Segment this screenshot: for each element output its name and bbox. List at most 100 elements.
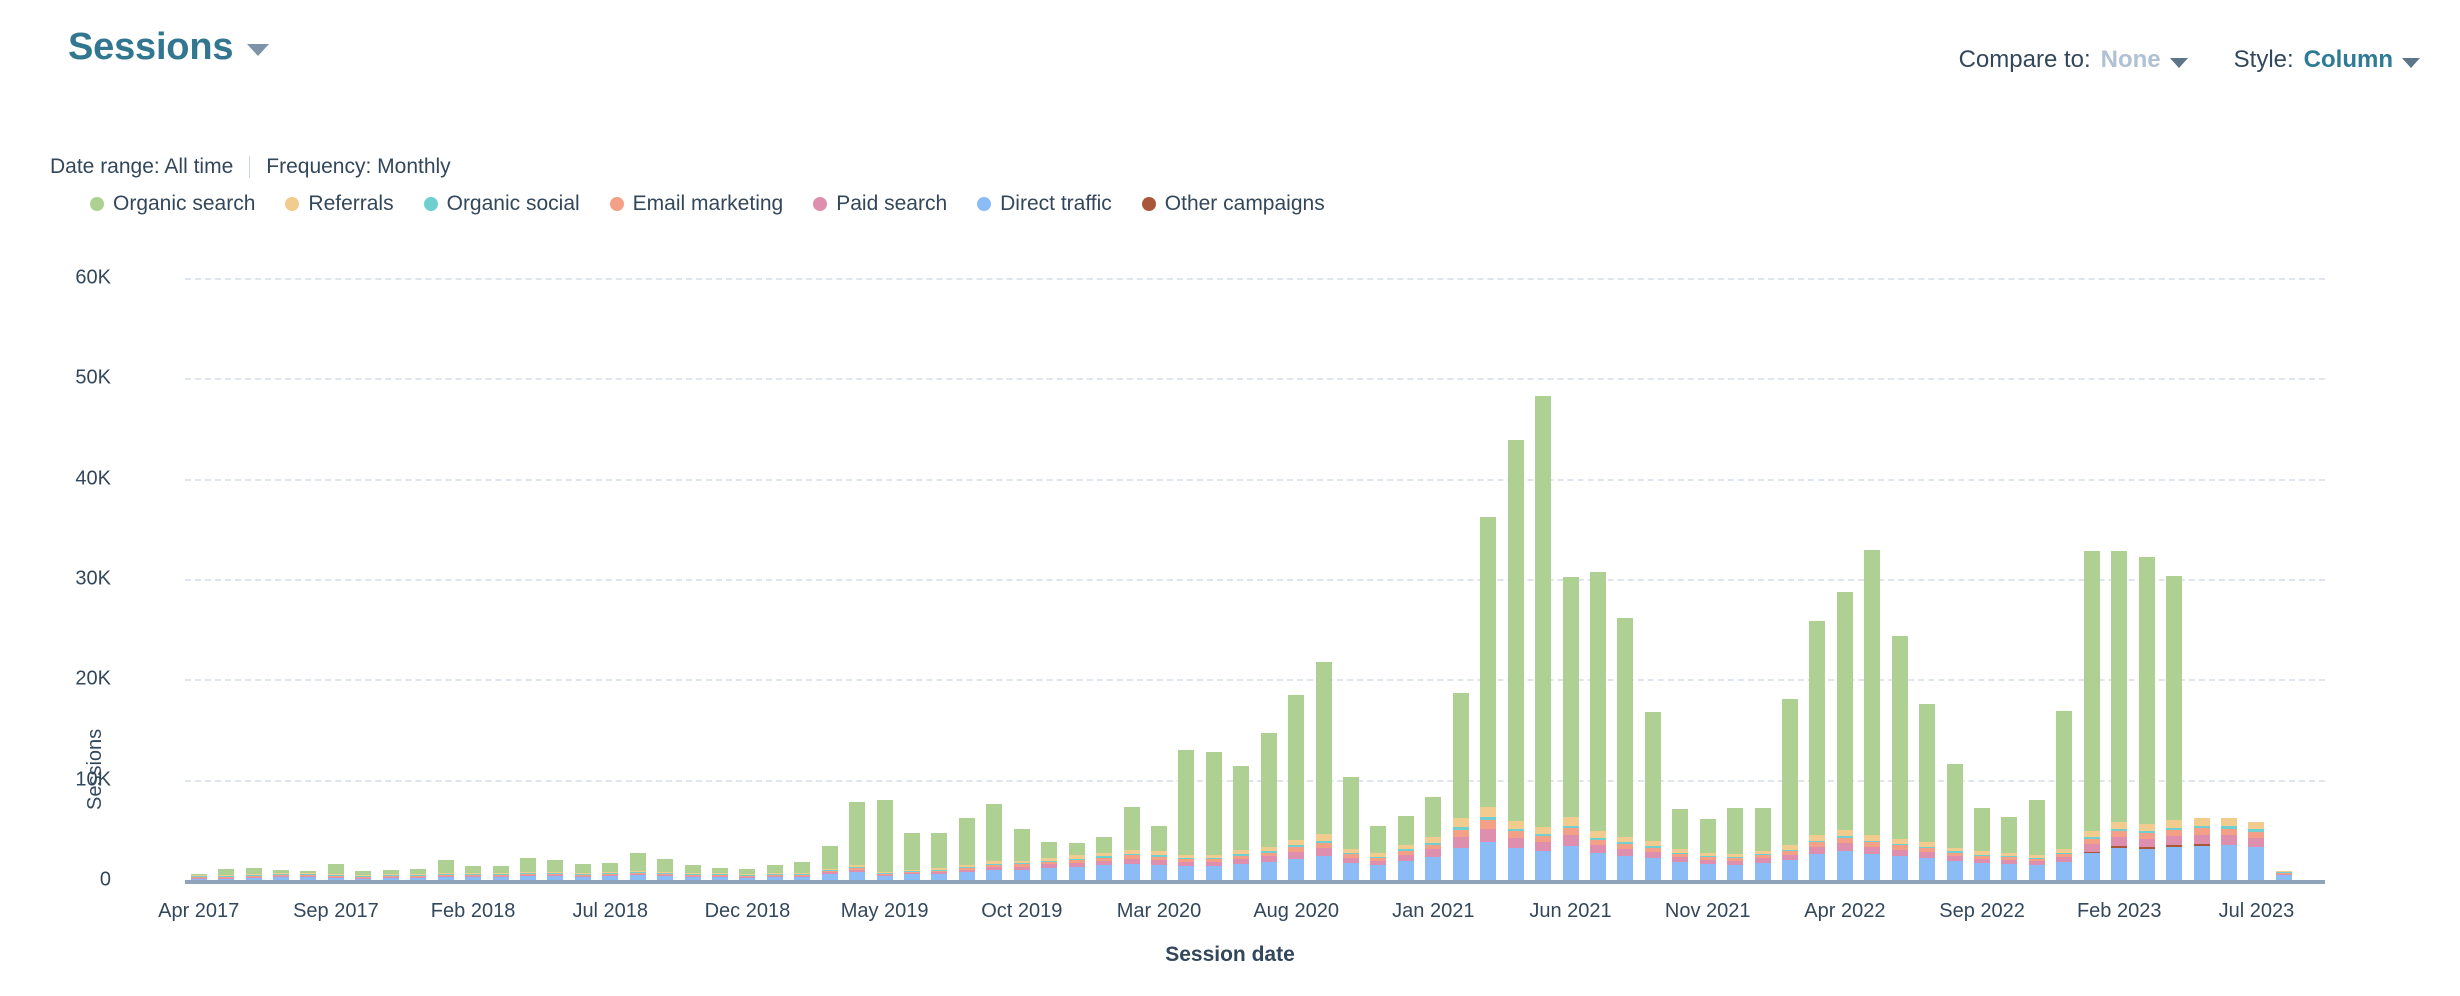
chart-bar[interactable] [273,869,290,880]
chart-bar[interactable] [2028,800,2045,880]
chart-bar[interactable] [547,860,564,880]
chart-bar[interactable] [821,846,838,880]
chart-bar[interactable] [1150,825,1167,880]
bar-segment [1699,819,1716,853]
chart-bar[interactable] [1617,618,1634,880]
legend-item[interactable]: Email marketing [609,192,783,216]
chart-bar[interactable] [1836,591,1853,880]
chart-bar[interactable] [1260,733,1277,880]
chart-bar[interactable] [1123,806,1140,880]
chart-bar[interactable] [1288,694,1305,880]
chart-bar[interactable] [218,869,235,880]
bar-segment [657,858,674,872]
legend-item[interactable]: Organic search [90,192,255,216]
legend-label: Direct traffic [1000,192,1112,215]
chart-bar[interactable] [2166,575,2183,880]
chevron-down-icon [2402,57,2420,68]
legend-item[interactable]: Paid search [813,192,947,216]
chart-bar[interactable] [931,832,948,880]
style-dropdown[interactable]: Column [2304,46,2420,74]
chart-bar[interactable] [1041,842,1058,880]
chart-bar[interactable] [602,863,619,880]
compare-to-dropdown[interactable]: None [2101,46,2188,74]
x-axis-tick-label: Jan 2021 [1392,900,1475,922]
bar-segment [2166,575,2183,821]
chart-bar[interactable] [1507,439,1524,880]
chart-bar[interactable] [1727,807,1744,880]
chart-bar[interactable] [904,833,921,880]
bar-segment [1974,862,1991,880]
chart-bar[interactable] [766,865,783,880]
chart-bar[interactable] [1672,809,1689,880]
bar-segment [1123,806,1140,850]
chart-bar[interactable] [1644,711,1661,880]
x-axis-tick-label: Apr 2017 [158,900,240,922]
chart-bar[interactable] [1754,808,1771,880]
metric-selector[interactable]: Sessions [68,28,270,66]
chart-bar[interactable] [519,857,536,880]
chart-bar[interactable] [382,869,399,880]
chart-bar[interactable] [410,868,427,880]
chart-bar[interactable] [2248,822,2265,880]
legend-item[interactable]: Referrals [285,192,394,216]
chart-bar[interactable] [2056,710,2073,880]
chart-bar[interactable] [1535,395,1552,880]
chart-bar[interactable] [712,868,728,880]
chart-bar[interactable] [2275,870,2292,880]
chart-bar[interactable] [1397,815,1414,880]
chart-bar[interactable] [1425,797,1442,880]
chart-bar[interactable] [245,868,262,880]
chart-bar[interactable] [1068,843,1085,880]
chart-bar[interactable] [2193,818,2210,880]
x-axis-tick-label: Oct 2019 [981,900,1063,922]
chart-bar[interactable] [986,804,1003,880]
chart-bar[interactable] [355,870,372,880]
chart-bar[interactable] [1343,777,1360,880]
bar-segment [2111,822,2128,830]
chart-bar[interactable] [1782,698,1798,880]
chart-bar[interactable] [2220,818,2237,880]
chart-bar[interactable] [849,802,866,880]
chart-bar[interactable] [2138,557,2155,880]
chart-bar[interactable] [465,865,482,880]
chart-bar[interactable] [1699,819,1716,880]
bar-segment [1041,842,1058,858]
chart-bar[interactable] [2083,551,2100,880]
legend-item[interactable]: Direct traffic [977,192,1112,216]
chart-bar[interactable] [684,865,701,880]
chart-bar[interactable] [300,870,317,880]
chart-bar[interactable] [1315,661,1332,880]
chart-bar[interactable] [1946,764,1963,880]
chart-bar[interactable] [1233,765,1250,880]
chart-bar[interactable] [1891,636,1908,880]
legend-item[interactable]: Other campaigns [1141,192,1325,216]
bar-segment [1836,591,1853,831]
chart-bar[interactable] [1974,807,1991,880]
chart-bar[interactable] [1452,692,1469,880]
chart-bar[interactable] [1562,576,1579,880]
chart-bar[interactable] [492,865,509,880]
chart-bar[interactable] [1589,571,1606,880]
chart-bar[interactable] [1013,829,1030,880]
chart-bar[interactable] [876,800,893,880]
chart-bar[interactable] [1370,826,1387,880]
chart-bar[interactable] [958,817,975,880]
chart-bar[interactable] [327,863,344,880]
chart-bar[interactable] [1809,620,1826,880]
bar-segment [1617,855,1634,880]
chart-bar[interactable] [794,862,811,880]
legend-item[interactable]: Organic social [423,192,580,216]
chart-bar[interactable] [2001,816,2018,880]
chart-bar[interactable] [1178,749,1195,880]
chart-bar[interactable] [1096,836,1113,880]
chart-bar[interactable] [629,852,646,880]
chart-bar[interactable] [657,858,674,880]
chart-bar[interactable] [437,860,454,880]
chart-bar[interactable] [1480,516,1497,880]
chart-bar[interactable] [1919,703,1936,880]
chart-bar[interactable] [1205,752,1222,880]
chart-bar[interactable] [574,864,591,880]
chart-bar[interactable] [1864,550,1881,880]
chart-bar[interactable] [739,869,756,880]
chart-bar[interactable] [2111,551,2128,880]
